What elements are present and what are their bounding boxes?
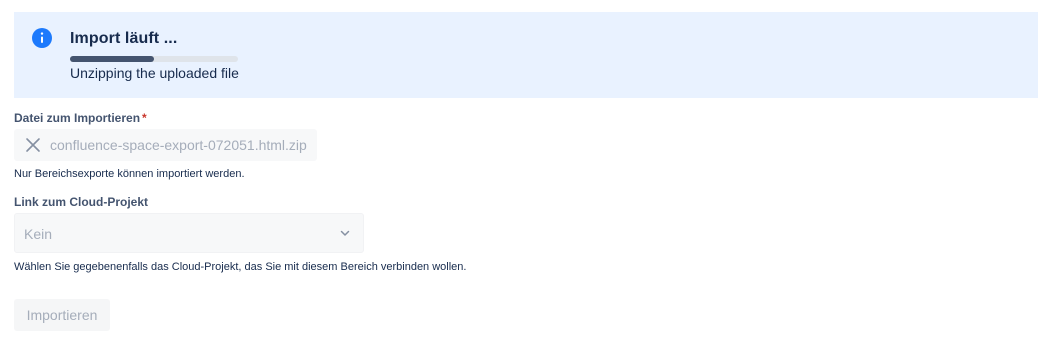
import-button[interactable]: Importieren xyxy=(14,299,110,331)
file-field-label-text: Datei zum Importieren xyxy=(14,111,141,125)
project-field-helper-text: Wählen Sie gegebenenfalls das Cloud-Proj… xyxy=(14,261,467,273)
file-field-label: Datei zum Importieren * xyxy=(14,111,147,125)
file-field-helper-text: Nur Bereichsexporte können importiert we… xyxy=(14,168,245,180)
banner-title: Import läuft ... xyxy=(70,30,178,47)
project-field-label: Link zum Cloud-Projekt xyxy=(14,195,149,209)
file-name: confluence-space-export-072051.html.zip xyxy=(50,137,307,153)
cloud-project-select-value: Kein xyxy=(24,226,53,242)
progress-bar xyxy=(70,56,238,62)
progress-bar-fill xyxy=(70,56,154,62)
close-icon[interactable] xyxy=(25,137,41,153)
required-indicator: * xyxy=(142,111,147,125)
chevron-down-icon xyxy=(340,230,350,236)
import-progress-banner: Import läuft ... Unzipping the uploaded … xyxy=(14,12,1038,98)
cloud-project-select[interactable]: Kein xyxy=(14,213,364,253)
banner-status-text: Unzipping the uploaded file xyxy=(70,65,239,81)
info-icon xyxy=(32,28,52,48)
file-input[interactable]: confluence-space-export-072051.html.zip xyxy=(14,129,317,161)
